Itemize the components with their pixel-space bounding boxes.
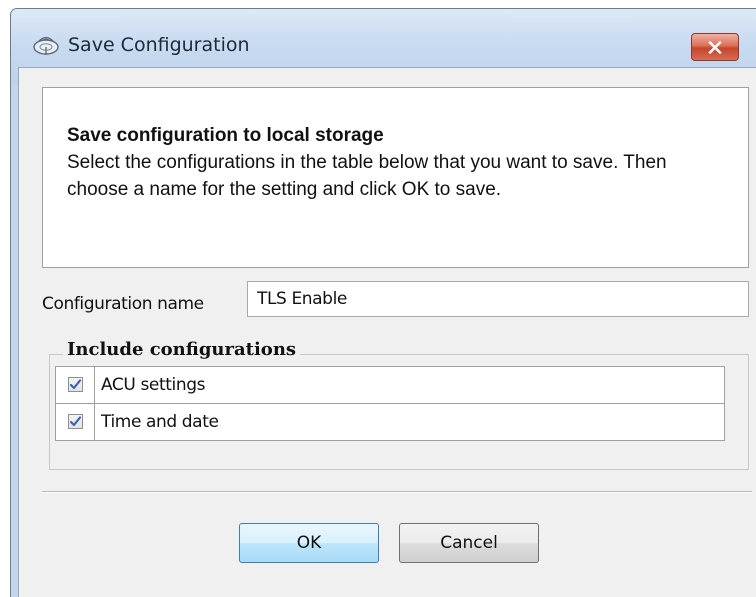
time-and-date-checkbox[interactable] [67, 414, 83, 430]
configurations-table: ACU settings Time and date [55, 366, 725, 441]
configuration-name-label: Configuration name [42, 294, 204, 314]
close-button[interactable] [691, 33, 739, 61]
checkmark-icon [69, 416, 81, 427]
acu-settings-label: ACU settings [94, 366, 725, 404]
configuration-name-input[interactable] [247, 281, 749, 317]
ok-button[interactable]: OK [239, 523, 379, 563]
save-configuration-dialog: Save Configuration Save configuration to… [10, 8, 756, 597]
info-description: Select the configurations in the table b… [67, 152, 667, 200]
dialog-content: Save configuration to local storage Sele… [18, 67, 756, 597]
acu-settings-checkbox[interactable] [67, 377, 83, 393]
button-separator [42, 491, 752, 493]
table-row[interactable]: ACU settings [55, 366, 725, 404]
satellite-dish-icon [33, 36, 59, 55]
dialog-title: Save Configuration [68, 34, 250, 56]
info-title: Save configuration to local storage [67, 125, 384, 146]
close-icon [708, 40, 722, 54]
table-row[interactable]: Time and date [55, 403, 725, 441]
include-configurations-title: Include configurations [63, 339, 301, 360]
time-and-date-label: Time and date [94, 403, 725, 441]
info-panel: Save configuration to local storage Sele… [42, 87, 749, 268]
cancel-button[interactable]: Cancel [399, 523, 539, 563]
checkmark-icon [69, 379, 81, 390]
